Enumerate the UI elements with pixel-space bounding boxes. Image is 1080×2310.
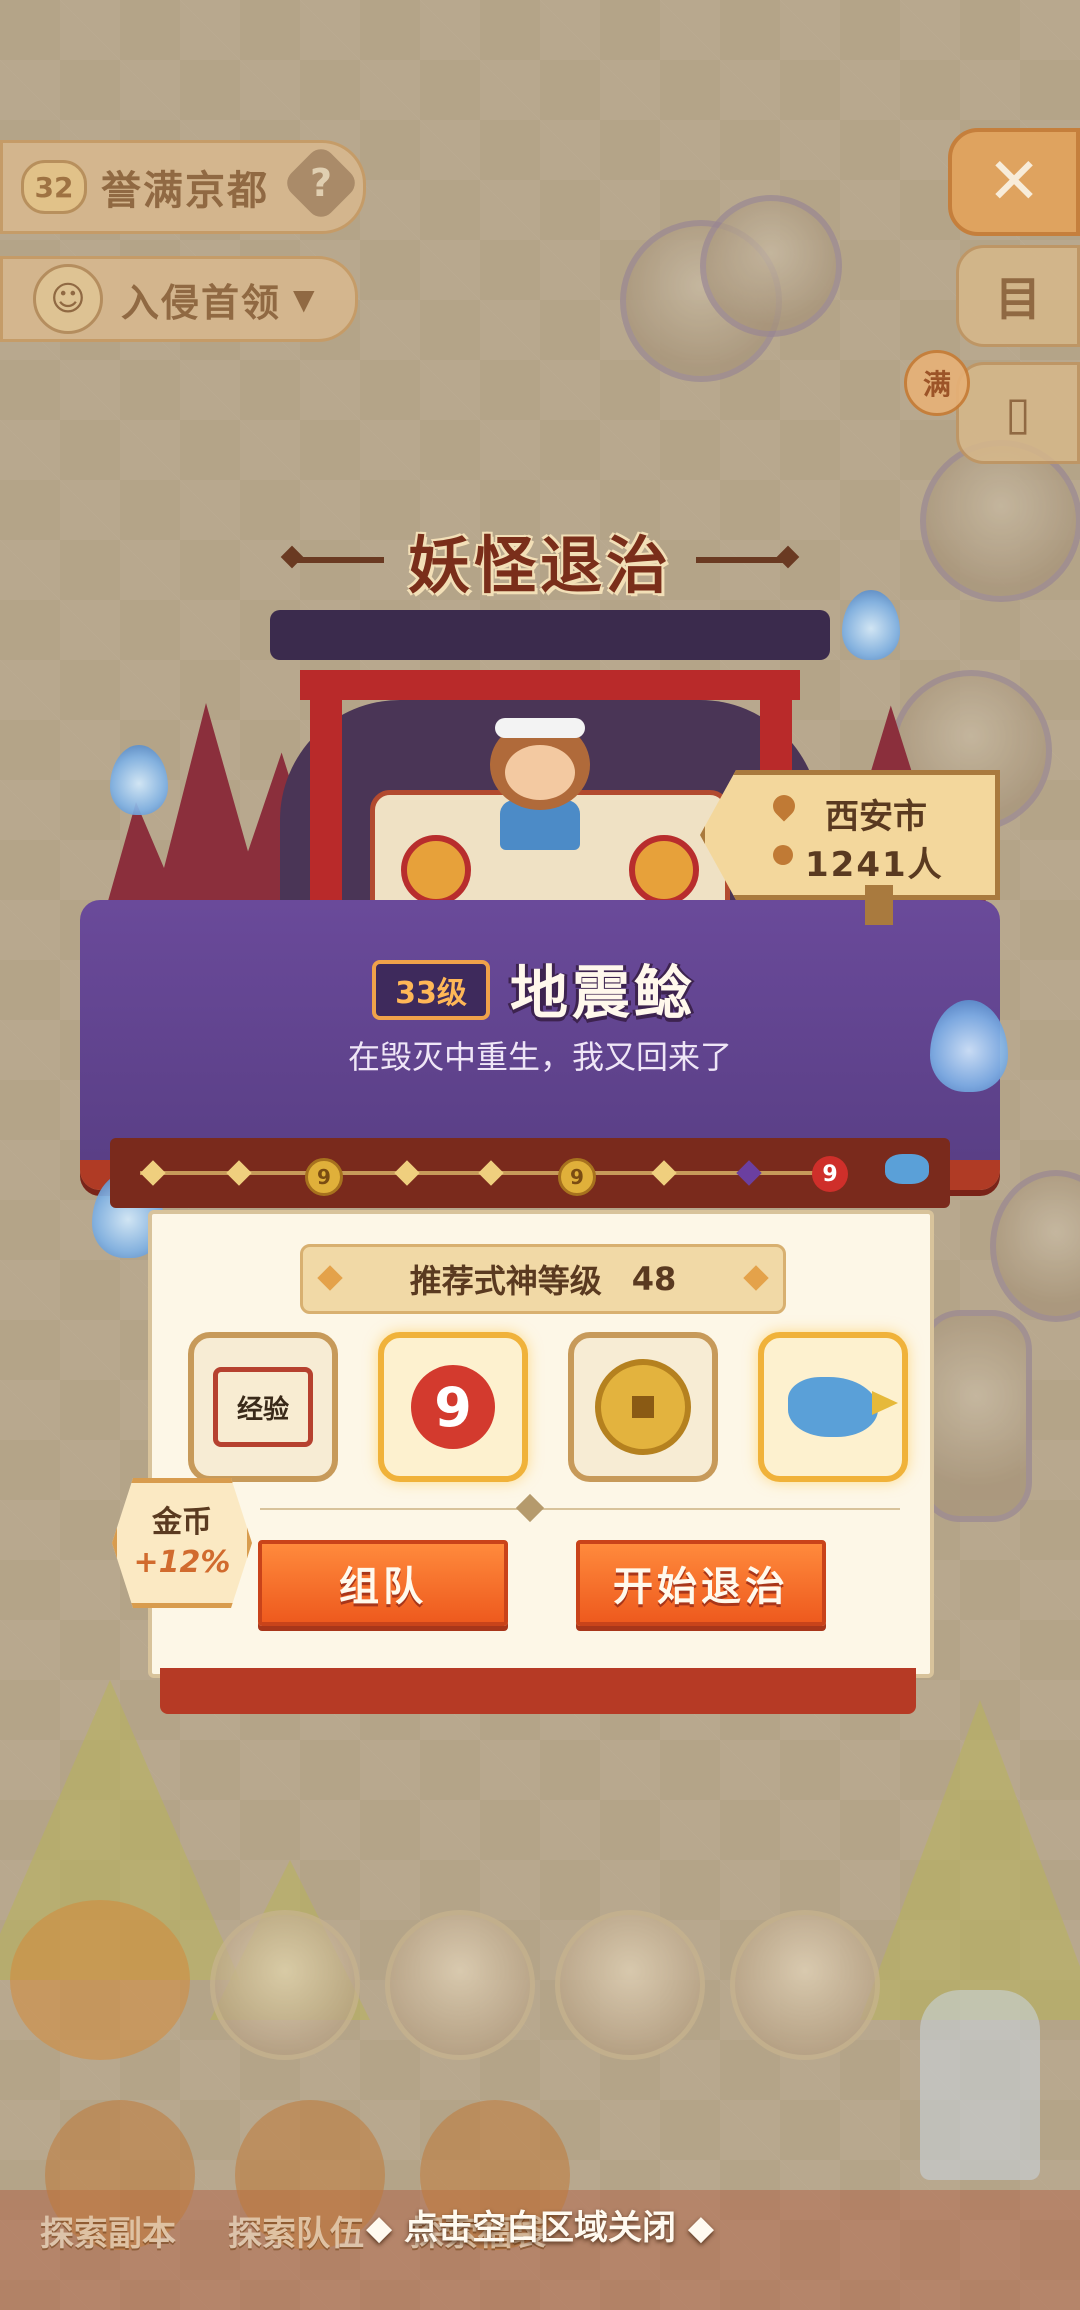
region-name: 誉满京都 <box>101 168 269 214</box>
boss-eye-left <box>401 835 471 905</box>
reward-progress-bar: 9 9 9 <box>110 1138 950 1208</box>
progress-coin-node: 9 <box>305 1158 343 1196</box>
progress-node <box>478 1160 504 1186</box>
location-pin-icon <box>768 790 800 822</box>
chevron-down-icon: ▼ <box>293 282 315 316</box>
reward-slot-coin[interactable] <box>568 1332 718 1482</box>
start-button[interactable]: 开始退治 <box>576 1540 826 1626</box>
event-title: 妖怪退治 <box>407 529 672 602</box>
recommend-level-bar: 推荐式神等级 48 <box>300 1244 786 1314</box>
progress-red-node: 9 <box>812 1156 848 1192</box>
boss-level-tag: 33级 <box>372 960 490 1020</box>
torii-roof <box>270 610 830 660</box>
demon-face-icon: ☺ <box>33 264 103 334</box>
location-player-count: 1241人 <box>805 845 944 885</box>
reward-slot-token[interactable]: 9 <box>378 1332 528 1482</box>
region-level-badge: 32 <box>21 160 87 214</box>
coin-bonus-badge: 金币 +12% <box>112 1478 252 1608</box>
shikigami-avatar[interactable] <box>210 1910 360 2060</box>
scroll-button[interactable]: ▯ <box>956 362 1080 464</box>
title-ornament-left <box>293 557 384 563</box>
shikigami-avatar[interactable] <box>385 1910 535 2060</box>
help-icon[interactable]: ? <box>281 143 361 223</box>
close-button[interactable]: ✕ <box>948 128 1080 236</box>
panel-divider <box>260 1508 900 1510</box>
gold-coin-icon <box>595 1359 691 1455</box>
catalog-icon: 目 <box>995 272 1041 326</box>
monkey-rider-icon <box>480 710 600 850</box>
shikigami-avatar[interactable] <box>730 1910 880 2060</box>
progress-node <box>736 1160 762 1186</box>
people-icon <box>773 845 793 865</box>
progress-coin-node: 9 <box>558 1158 596 1196</box>
boss-stage: 33级 地震鲶 在毁灭中重生，我又回来了 <box>80 600 1000 1200</box>
bird-charm-icon <box>885 1154 929 1184</box>
catalog-button[interactable]: 目 <box>956 245 1080 347</box>
boss-eye-right <box>629 835 699 905</box>
nine-token-icon: 9 <box>411 1365 495 1449</box>
boss-description: 在毁灭中重生，我又回来了 <box>347 1038 732 1076</box>
torii-beam <box>300 670 800 700</box>
recommend-label: 推荐式神等级 <box>409 1262 602 1300</box>
region-pill[interactable]: 32 誉满京都 ? <box>0 140 366 234</box>
boss-filter-dropdown[interactable]: ☺ 入侵首领 ▼ <box>0 256 358 342</box>
bird-charm-icon <box>788 1377 898 1437</box>
progress-node <box>394 1160 420 1186</box>
exp-scroll-icon: 经验 <box>213 1367 313 1447</box>
reward-slot-exp[interactable]: 经验 <box>188 1332 338 1482</box>
npc-figure-icon <box>920 1990 1040 2180</box>
progress-node <box>651 1160 677 1186</box>
close-icon: ✕ <box>987 145 1041 219</box>
progress-node <box>140 1160 166 1186</box>
sign-post <box>865 885 893 925</box>
boss-filter-label: 入侵首领 <box>121 280 282 325</box>
location-city: 西安市 <box>825 797 927 837</box>
progress-node <box>226 1160 252 1186</box>
event-title-bar: 妖怪退治 <box>270 520 810 602</box>
recommend-value: 48 <box>631 1260 677 1298</box>
close-hint: ◆ 点击空白区域关闭 ◆ <box>366 2208 714 2248</box>
coin-bonus-value: +12% <box>133 1545 231 1580</box>
pumpkin-demon-icon <box>10 1900 190 2060</box>
team-button[interactable]: 组队 <box>258 1540 508 1626</box>
panel-base <box>160 1668 916 1714</box>
reward-slot-charm[interactable] <box>758 1332 908 1482</box>
scroll-icon: ▯ <box>1005 386 1031 440</box>
coin-bonus-label: 金币 <box>152 1505 212 1540</box>
shikigami-avatar[interactable] <box>555 1910 705 2060</box>
full-badge: 满 <box>904 350 970 416</box>
location-sign[interactable]: 西安市 1241人 <box>700 770 1000 900</box>
boss-name: 地震鲶 <box>510 959 697 1027</box>
torii-post-left <box>310 690 342 930</box>
title-ornament-right <box>696 557 786 563</box>
